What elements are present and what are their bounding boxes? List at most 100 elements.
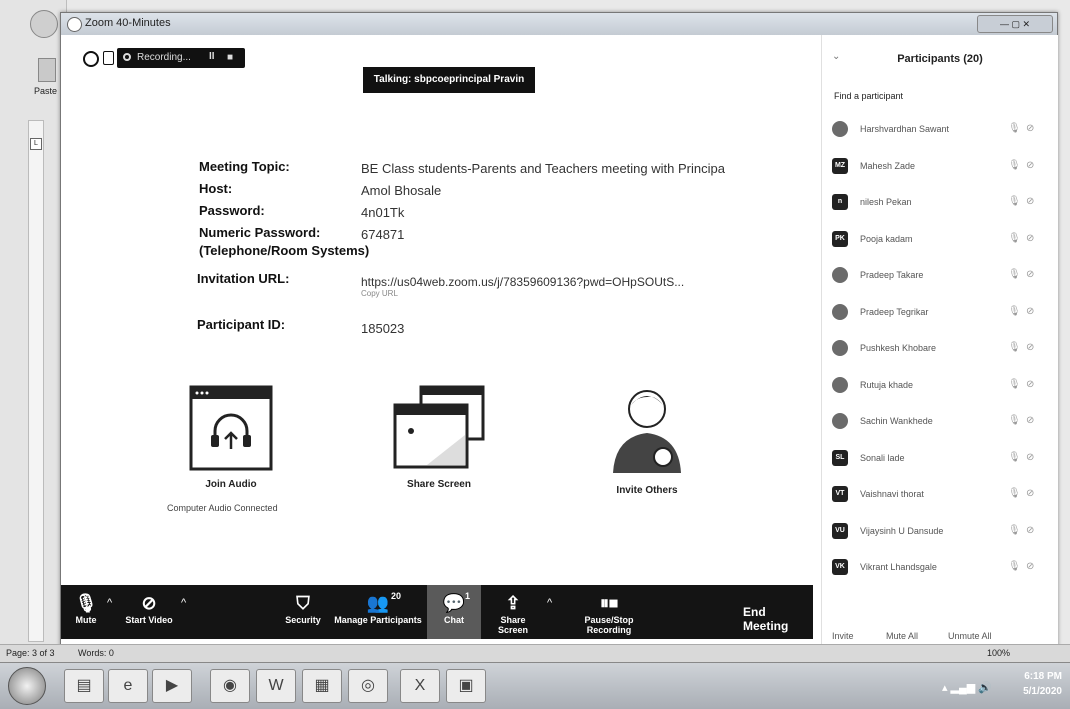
participant-name: Rutuja khade [860,379,914,390]
app-taskbar-icon[interactable]: ◎ [348,669,388,703]
end-meeting-button[interactable]: End Meeting [743,605,813,633]
participant-mic-muted-icon: 🎙 [1008,378,1021,390]
file-explorer-taskbar-icon[interactable]: ▤ [64,669,104,703]
share-screen-button[interactable]: ⇪ Share Screen [485,591,541,635]
start-button[interactable] [8,667,46,705]
shield-icon: ⛉ [296,593,310,613]
participant-video-off-icon: ⊘ [1026,488,1035,499]
document-taskbar-icon[interactable]: ▦ [302,669,342,703]
participant-row[interactable]: Rutuja khade 🎙 ⊘ [832,373,1048,403]
numeric-password-value: 674871 [361,227,405,242]
paste-label: Paste [34,86,58,96]
participant-avatar: VU [832,522,848,539]
participant-name: Pradeep Takare [860,270,924,280]
numeric-password-sub: (Telephone/Room Systems) [199,243,370,258]
recording-pause-button[interactable]: II [209,51,215,62]
security-button[interactable]: ⛉ Security [281,591,325,625]
recording-dot-icon [123,53,131,61]
participant-avatar [832,267,848,283]
share-screen-action[interactable]: Share Screen [379,385,499,490]
participant-name: Pooja kadam [860,233,913,244]
media-player-taskbar-icon[interactable]: ▶ [152,669,192,703]
participant-row[interactable]: Pushkesh Khobare 🎙 ⊘ [832,336,1048,366]
manage-participants-button[interactable]: 👥 Manage Participants [333,591,423,625]
pause-stop-recording-label: Pause/Stop Recording [584,615,634,635]
participant-name: Vaishnavi thorat [860,489,924,499]
participant-video-off-icon: ⊘ [1026,342,1035,353]
invitation-url-label: Invitation URL: [197,271,290,286]
office-orb-icon[interactable] [30,10,58,38]
mute-button[interactable]: 🎙 Mute [69,591,103,625]
share-screen-toolbar-label: Share Screen [497,615,529,635]
participant-row[interactable]: VK Vikrant Lhandsgale 🎙 ⊘ [832,555,1048,585]
participant-video-off-icon: ⊘ [1026,232,1035,244]
start-video-button[interactable]: ⊘ Start Video [121,591,177,625]
participants-icon: 👥 [366,593,390,613]
page-count-status[interactable]: Page: 3 of 3 [6,648,55,658]
share-screen-icon [393,385,485,469]
recording-stop-button[interactable]: ■ [227,52,233,63]
participant-row[interactable]: SL Sonali lade 🎙 ⊘ [832,446,1048,476]
participant-row[interactable]: VT Vaishnavi thorat 🎙 ⊘ [832,482,1048,512]
pause-stop-recording-button[interactable]: ⏸⏹ Pause/Stop Recording [561,591,657,635]
paste-icon[interactable] [38,58,56,82]
share-options-caret-icon[interactable]: ^ [547,597,552,609]
internet-explorer-taskbar-icon[interactable]: e [108,669,148,703]
chrome-taskbar-icon[interactable]: ◉ [210,669,250,703]
window-controls[interactable]: — ▢ ✕ [977,15,1053,33]
host-value: Amol Bhosale [361,183,442,198]
word-taskbar-icon[interactable]: W [256,669,296,703]
zoom-taskbar-icon[interactable]: ▣ [446,669,486,703]
participant-name: Vijaysinh U Dansude [860,525,944,536]
vertical-ruler [28,120,44,642]
participant-video-off-icon: ⊘ [1026,159,1035,171]
meeting-topic-value: BE Class students-Parents and Teachers m… [361,161,725,176]
participant-row[interactable]: Harshvardhan Sawant 🎙 ⊘ [832,117,1048,147]
participant-id-label: Participant ID: [197,317,286,332]
meeting-info-icon[interactable] [83,51,99,67]
participant-avatar: n [832,194,848,210]
pause-stop-icon: ⏸⏹ [600,593,618,613]
chat-button[interactable]: 💬 Chat 1 [427,585,481,639]
participant-mic-muted-icon: 🎙 [1008,561,1021,572]
lock-icon[interactable] [103,51,114,65]
ruler-tab-selector[interactable]: L [30,138,42,150]
meeting-stage: Recording... II ■ Talking: sbpcoeprincip… [61,35,821,605]
participant-row[interactable]: n nilesh Pekan 🎙 ⊘ [832,190,1048,220]
participant-row[interactable]: Pradeep Takare 🎙 ⊘ [832,263,1048,293]
zoom-level[interactable]: 100% [987,648,1010,658]
audio-options-caret-icon[interactable]: ^ [107,597,112,609]
participant-row[interactable]: MZ Mahesh Zade 🎙 ⊘ [832,154,1048,184]
participant-avatar: SL [832,449,848,466]
participant-mic-muted-icon: 🎙 [1008,159,1021,171]
participant-video-off-icon: ⊘ [1026,196,1035,207]
join-audio-label: Join Audio [205,479,257,490]
unmute-all-button[interactable]: Unmute All [948,631,992,641]
invitation-url-value[interactable]: https://us04web.zoom.us/j/78359609136?pw… [361,275,684,289]
invite-others-action[interactable]: Invite Others [587,385,707,496]
word-count-status[interactable]: Words: 0 [78,648,114,658]
copy-url-link[interactable]: Copy URL [361,289,398,298]
excel-taskbar-icon[interactable]: X [400,669,440,703]
participant-video-off-icon: ⊘ [1026,561,1035,572]
find-participant-input[interactable]: Find a participant [834,91,903,101]
participant-video-off-icon: ⊘ [1026,451,1035,463]
invite-button[interactable]: Invite [832,631,854,641]
audio-status-text: Computer Audio Connected [167,503,278,513]
system-clock[interactable]: 6:18 PM 5/1/2020 [1023,669,1062,699]
participant-mic-muted-icon: 🎙 [1008,342,1021,353]
participant-row[interactable]: PK Pooja kadam 🎙 ⊘ [832,227,1048,257]
participant-mic-muted-icon: 🎙 [1008,123,1021,134]
participant-row[interactable]: Sachin Wankhede 🎙 ⊘ [832,409,1048,439]
recording-indicator: Recording... II ■ [117,48,245,68]
participant-mic-muted-icon: 🎙 [1008,488,1021,499]
microphone-icon: 🎙 [74,593,98,613]
system-tray-icons[interactable]: ▴ ▂▄▆ 🔊 [942,681,992,694]
video-options-caret-icon[interactable]: ^ [181,597,186,609]
window-title: Zoom 40-Minutes [85,17,171,29]
join-audio-action[interactable]: Join Audio Computer Audio Connected [167,385,291,513]
participant-row[interactable]: Pradeep Tegrikar 🎙 ⊘ [832,300,1048,330]
participant-row[interactable]: VU Vijaysinh U Dansude 🎙 ⊘ [832,519,1048,549]
mute-all-button[interactable]: Mute All [886,631,918,641]
participant-mic-muted-icon: 🎙 [1008,524,1021,536]
